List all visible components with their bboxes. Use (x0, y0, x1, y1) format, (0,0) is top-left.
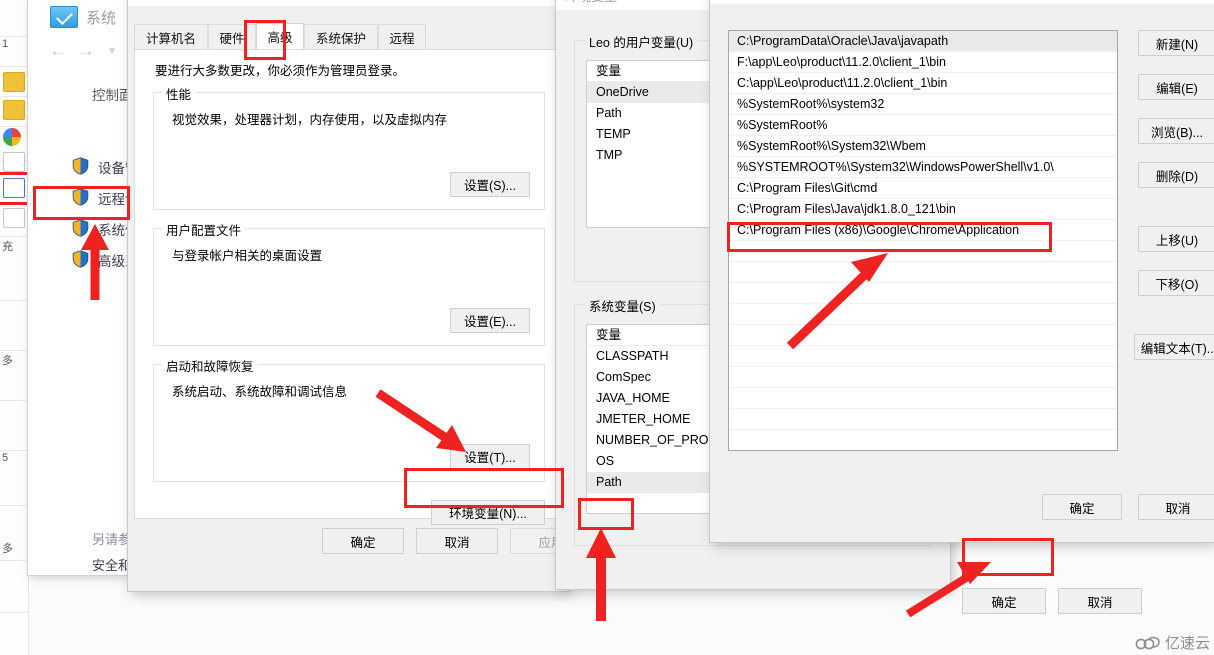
path-list-item[interactable]: C:\Program Files\Git\cmd (729, 178, 1117, 199)
performance-group-caption: 性能 (162, 84, 196, 103)
watermark-text: 亿速云 (1164, 635, 1210, 652)
document-icon (3, 178, 25, 198)
edit-path-ok-button[interactable]: 确定 (1042, 494, 1122, 520)
system-properties-tabstrip: 计算机名 硬件 高级 系统保护 远程 (134, 23, 562, 49)
path-list-empty-row[interactable] (729, 262, 1117, 283)
path-list-empty-row[interactable] (729, 367, 1117, 388)
performance-group: 性能 视觉效果，处理器计划，内存使用，以及虚拟内存 设置(S)... (153, 84, 545, 210)
tab-system-protection[interactable]: 系统保护 (304, 24, 378, 49)
path-list-empty-row[interactable] (729, 304, 1117, 325)
path-list-item[interactable]: %SystemRoot%\System32\Wbem (729, 136, 1117, 157)
system-properties-dialog: 系统属性 计算机名 硬件 高级 系统保护 远程 要进行大多数更改，你必须作为管理… (128, 0, 592, 591)
background-text-2: 充 (2, 241, 13, 253)
user-profiles-settings-button[interactable]: 设置(E)... (450, 308, 530, 333)
path-list-empty-row[interactable] (729, 283, 1117, 304)
system-properties-titlebar: 系统属性 (128, 0, 568, 6)
path-list-item[interactable]: %SYSTEMROOT%\System32\WindowsPowerShell\… (729, 157, 1117, 178)
startup-recovery-description: 系统启动、系统故障和调试信息 (172, 385, 348, 399)
path-list-item[interactable]: C:\Program Files\Java\jdk1.8.0_121\bin (729, 199, 1117, 220)
background-left-strip: 1 充 多 5 多 (0, 0, 29, 655)
chevron-down-icon[interactable]: ▾ (100, 39, 124, 63)
shield-icon (72, 250, 89, 268)
background-text-4: 5 (2, 452, 9, 464)
performance-settings-button[interactable]: 设置(S)... (450, 172, 530, 197)
folder-icon (3, 72, 25, 92)
arrow-left-icon[interactable]: ← (46, 39, 70, 63)
tab-hardware[interactable]: 硬件 (208, 24, 256, 49)
tab-advanced[interactable]: 高级 (256, 23, 304, 49)
path-move-down-button[interactable]: 下移(O) (1138, 270, 1214, 296)
startup-recovery-group: 启动和故障恢复 系统启动、系统故障和调试信息 设置(T)... (153, 356, 545, 482)
path-move-up-button[interactable]: 上移(U) (1138, 226, 1214, 252)
path-list-empty-row[interactable] (729, 241, 1117, 262)
chrome-icon (3, 128, 21, 146)
arrow-right-icon[interactable]: → (74, 39, 98, 63)
edit-environment-variable-dialog: 编辑环境变量 C:\ProgramData\Oracle\Java\javapa… (710, 0, 1214, 542)
path-list-item[interactable]: C:\ProgramData\Oracle\Java\javapath (729, 31, 1117, 52)
shield-icon (72, 188, 89, 206)
user-profiles-group: 用户配置文件 与登录帐户相关的桌面设置 设置(E)... (153, 220, 545, 346)
performance-description: 视觉效果，处理器计划，内存使用，以及虚拟内存 (172, 113, 448, 127)
user-profiles-group-caption: 用户配置文件 (162, 220, 246, 239)
environment-variables-button[interactable]: 环境变量(N)... (431, 500, 545, 525)
system-window-title: 系统 (86, 10, 117, 27)
path-delete-button[interactable]: 删除(D) (1138, 162, 1214, 188)
environment-variables-cancel-button[interactable]: 取消 (1058, 588, 1142, 614)
system-properties-advanced-panel: 要进行大多数更改，你必须作为管理员登录。 性能 视觉效果，处理器计划，内存使用，… (134, 49, 562, 525)
startup-recovery-settings-button[interactable]: 设置(T)... (450, 444, 530, 469)
annotation-bar (0, 172, 28, 175)
path-list-item[interactable]: F:\app\Leo\product\11.2.0\client_1\bin (729, 52, 1117, 73)
background-text-3: 多 (2, 355, 13, 367)
environment-variables-ok-button[interactable]: 确定 (962, 588, 1046, 614)
environment-variables-title: 环境变量 (565, 0, 617, 5)
folder-icon (3, 100, 25, 120)
cloud-icon (1135, 636, 1160, 649)
user-variables-caption: Leo 的用户变量(U) (585, 32, 698, 51)
system-variables-caption: 系统变量(S) (585, 296, 660, 315)
path-browse-button[interactable]: 浏览(B)... (1138, 118, 1214, 144)
startup-recovery-group-caption: 启动和故障恢复 (162, 356, 258, 375)
path-list-item[interactable]: %SystemRoot% (729, 115, 1117, 136)
background-text-5: 多 (2, 543, 13, 555)
path-list-empty-row[interactable] (729, 430, 1117, 450)
document-icon (3, 208, 25, 228)
path-list-item[interactable]: %SystemRoot%\system32 (729, 94, 1117, 115)
annotation-bar (0, 202, 28, 205)
path-edit-button[interactable]: 编辑(E) (1138, 74, 1214, 100)
path-list-empty-row[interactable] (729, 325, 1117, 346)
advanced-intro-text: 要进行大多数更改，你必须作为管理员登录。 (155, 64, 406, 78)
background-text-1: 1 (2, 38, 9, 50)
edit-path-cancel-button[interactable]: 取消 (1138, 494, 1214, 520)
path-list-empty-row[interactable] (729, 409, 1117, 430)
shield-icon (72, 219, 89, 237)
edit-path-titlebar: 编辑环境变量 (710, 0, 1214, 4)
watermark: 亿速云 (1135, 632, 1210, 653)
system-properties-cancel-button[interactable]: 取消 (416, 528, 498, 554)
system-properties-title: 系统属性 (137, 0, 189, 1)
path-edit-text-button[interactable]: 编辑文本(T)... (1134, 334, 1214, 360)
system-properties-ok-button[interactable]: 确定 (322, 528, 404, 554)
user-profiles-description: 与登录帐户相关的桌面设置 (172, 249, 323, 263)
path-list-empty-row[interactable] (729, 388, 1117, 409)
shield-icon (72, 157, 89, 175)
path-list-item[interactable]: C:\app\Leo\product\11.2.0\client_1\bin (729, 73, 1117, 94)
path-new-button[interactable]: 新建(N) (1138, 30, 1214, 56)
document-icon (3, 152, 25, 172)
tab-remote[interactable]: 远程 (378, 24, 426, 49)
tab-computer-name[interactable]: 计算机名 (134, 24, 208, 49)
monitor-icon (50, 6, 78, 28)
path-entries-listbox[interactable]: C:\ProgramData\Oracle\Java\javapath F:\a… (728, 30, 1118, 451)
path-list-empty-row[interactable] (729, 346, 1117, 367)
path-list-item-chrome[interactable]: C:\Program Files (x86)\Google\Chrome\App… (729, 220, 1117, 241)
